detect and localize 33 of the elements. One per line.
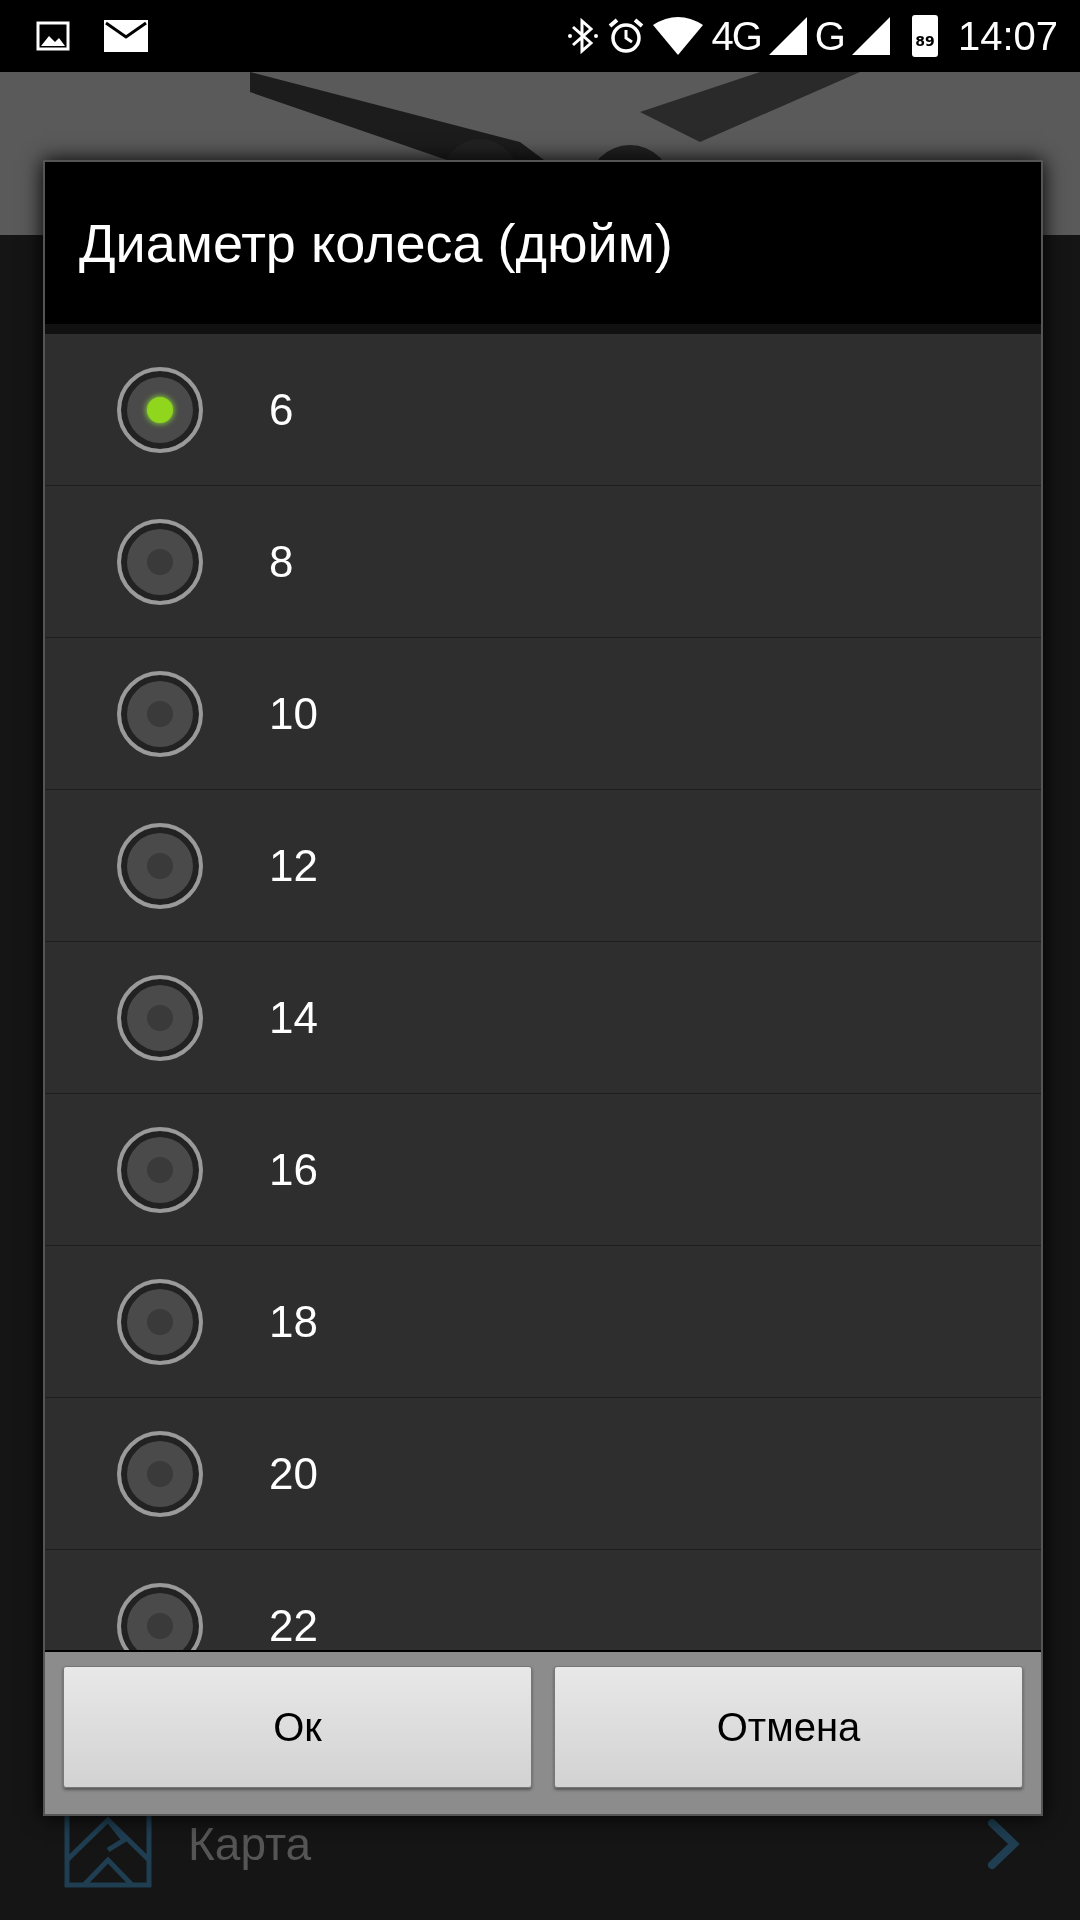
option-label: 12 — [269, 840, 318, 891]
option-label: 16 — [269, 1144, 318, 1195]
option-label: 6 — [269, 384, 294, 435]
network-label: G — [814, 13, 844, 59]
option-label: 20 — [269, 1448, 318, 1499]
option-row[interactable]: 6 — [45, 334, 1041, 486]
option-row[interactable]: 8 — [45, 486, 1041, 638]
chevron-right-icon — [986, 1819, 1020, 1869]
bluetooth-icon — [567, 17, 600, 55]
wifi-icon — [653, 17, 704, 55]
option-row[interactable]: 10 — [45, 638, 1041, 790]
radio-button[interactable] — [117, 1582, 203, 1650]
clock: 14:07 — [957, 13, 1058, 59]
option-row[interactable]: 20 — [45, 1398, 1041, 1550]
option-row[interactable]: 14 — [45, 942, 1041, 1094]
menu-item-label: Карта — [188, 1817, 313, 1871]
option-label: 14 — [269, 992, 318, 1043]
option-label: 18 — [269, 1296, 318, 1347]
option-label: 10 — [269, 688, 318, 739]
option-label: 8 — [269, 536, 294, 587]
signal-icon — [851, 17, 890, 55]
alarm-icon — [607, 17, 646, 55]
option-row[interactable]: 16 — [45, 1094, 1041, 1246]
dialog-button[interactable]: Ок — [63, 1666, 532, 1788]
dialog-button[interactable]: Отмена — [554, 1666, 1023, 1788]
battery-level: 89 — [915, 33, 935, 49]
image-icon — [36, 21, 70, 51]
network-label: 4G — [711, 13, 761, 59]
option-row[interactable]: 12 — [45, 790, 1041, 942]
option-label: 22 — [269, 1600, 318, 1650]
signal-icon — [768, 17, 807, 55]
mail-icon — [104, 20, 148, 52]
option-row[interactable]: 18 — [45, 1246, 1041, 1398]
